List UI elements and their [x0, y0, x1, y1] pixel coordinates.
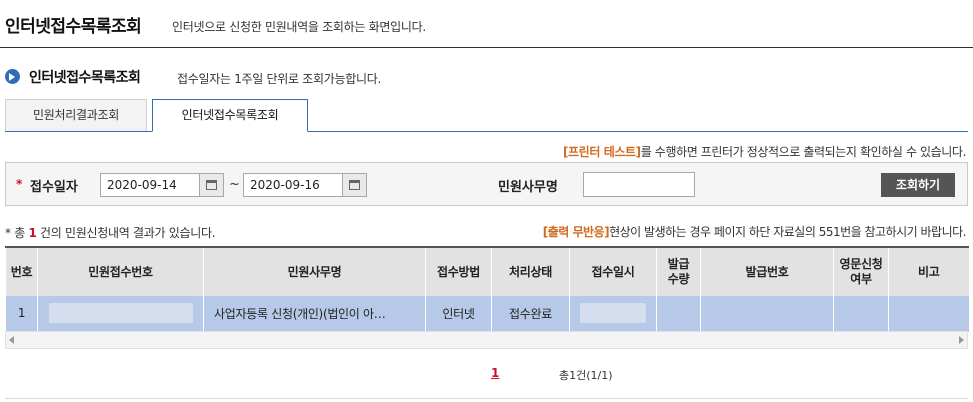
cell-status: 접수완료: [491, 296, 570, 332]
col-header-issue-qty[interactable]: 발급 수량: [656, 246, 701, 296]
calendar-icon: [349, 180, 360, 190]
page-total: 총1건(1/1): [559, 369, 613, 382]
scroll-left-icon[interactable]: [9, 336, 14, 344]
office-name-input[interactable]: [583, 172, 695, 197]
calendar-icon: [206, 180, 217, 190]
page-number-current[interactable]: 1: [491, 366, 499, 380]
result-count: 1: [28, 226, 37, 240]
horizontal-scrollbar[interactable]: [5, 331, 968, 349]
col-header-status[interactable]: 처리상태: [491, 246, 570, 296]
section-title: 인터넷접수목록조회: [29, 70, 141, 86]
col-header-no[interactable]: 번호: [5, 246, 38, 296]
col-header-english-line2: 여부: [850, 272, 872, 286]
table-row[interactable]: 1 사업자등록 신청(개인)(법인이 아… 인터넷 접수완료: [5, 296, 969, 332]
cell-issue-qty: [656, 296, 701, 332]
col-header-receipt-date[interactable]: 접수일시: [569, 246, 657, 296]
tab-result-inquiry[interactable]: 민원처리결과조회: [5, 99, 147, 131]
receipt-date-label: 접수일자: [30, 180, 78, 195]
redacted-receipt-date: [580, 303, 646, 324]
cell-receipt-date: [569, 296, 657, 332]
date-to-input[interactable]: [243, 173, 343, 197]
print-test-text: 를 수행하면 프린터가 정상적으로 출력되는지 확인하실 수 있습니다.: [640, 145, 967, 159]
col-header-remark[interactable]: 비고: [888, 246, 969, 296]
col-header-receipt-no[interactable]: 민원접수번호: [37, 246, 204, 296]
col-header-issue-no[interactable]: 발급번호: [700, 246, 834, 296]
print-fail-text: 현상이 발생하는 경우 페이지 하단 자료실의 551번을 참고하시기 바랍니다…: [609, 225, 966, 239]
col-header-office-name[interactable]: 민원사무명: [203, 246, 426, 296]
cell-no: 1: [5, 296, 38, 332]
cell-english: [833, 296, 889, 332]
date-to-calendar-button[interactable]: [343, 173, 367, 197]
cell-receipt-no: [37, 296, 204, 332]
redacted-receipt-no: [48, 303, 193, 324]
result-suffix: 건의 민원신청내역 결과가 있습니다.: [36, 226, 216, 240]
page-header: 인터넷접수목록조회 인터넷으로 신청한 민원내역을 조회하는 화면입니다.: [0, 0, 973, 48]
col-header-english-line1: 영문신청: [839, 257, 883, 271]
scroll-right-icon[interactable]: [959, 336, 964, 344]
search-panel: * 접수일자 ~ 민원사무명 조회하기: [5, 162, 968, 206]
tab-bar: 민원처리결과조회 인터넷접수목록조회: [5, 99, 968, 132]
cell-issue-no: [700, 296, 834, 332]
results-grid: 번호 민원접수번호 민원사무명 접수방법 처리상태 접수일시 발급 수량 발급번호…: [5, 246, 969, 332]
cell-remark: [888, 296, 969, 332]
office-name-label: 민원사무명: [498, 180, 558, 195]
result-summary: * 총 1 건의 민원신청내역 결과가 있습니다.: [5, 224, 216, 241]
date-from-calendar-button[interactable]: [200, 173, 224, 197]
print-fail-link[interactable]: [출력 무반응]: [543, 225, 610, 239]
search-button[interactable]: 조회하기: [881, 173, 955, 197]
cell-method: 인터넷: [425, 296, 492, 332]
col-header-method[interactable]: 접수방법: [425, 246, 492, 296]
col-header-issue-qty-line1: 발급: [667, 257, 690, 271]
page-description: 인터넷으로 신청한 민원내역을 조회하는 화면입니다.: [172, 20, 426, 34]
arrow-bullet-icon: [5, 69, 20, 84]
result-prefix: * 총: [5, 226, 29, 240]
print-test-note: [프린터 테스트]를 수행하면 프린터가 정상적으로 출력되는지 확인하실 수 …: [563, 143, 966, 160]
print-test-link[interactable]: [프린터 테스트]: [563, 145, 641, 159]
cell-office-name: 사업자등록 신청(개인)(법인이 아…: [203, 296, 426, 332]
date-from-input[interactable]: [100, 173, 200, 197]
tab-internet-receipt-list[interactable]: 인터넷접수목록조회: [152, 99, 308, 132]
col-header-english[interactable]: 영문신청 여부: [833, 246, 889, 296]
section-note: 접수일자는 1주일 단위로 조회가능합니다.: [177, 72, 381, 86]
table-header-row: 번호 민원접수번호 민원사무명 접수방법 처리상태 접수일시 발급 수량 발급번호…: [5, 246, 969, 296]
col-header-issue-qty-line2: 수량: [667, 272, 690, 286]
date-range-separator: ~: [229, 177, 240, 192]
results-table: 번호 민원접수번호 민원사무명 접수방법 처리상태 접수일시 발급 수량 발급번호…: [5, 246, 969, 332]
print-fail-note: [출력 무반응]현상이 발생하는 경우 페이지 하단 자료실의 551번을 참고…: [543, 223, 967, 240]
page-title: 인터넷접수목록조회: [5, 17, 142, 37]
required-mark: *: [16, 177, 23, 191]
bottom-divider: [5, 398, 968, 399]
